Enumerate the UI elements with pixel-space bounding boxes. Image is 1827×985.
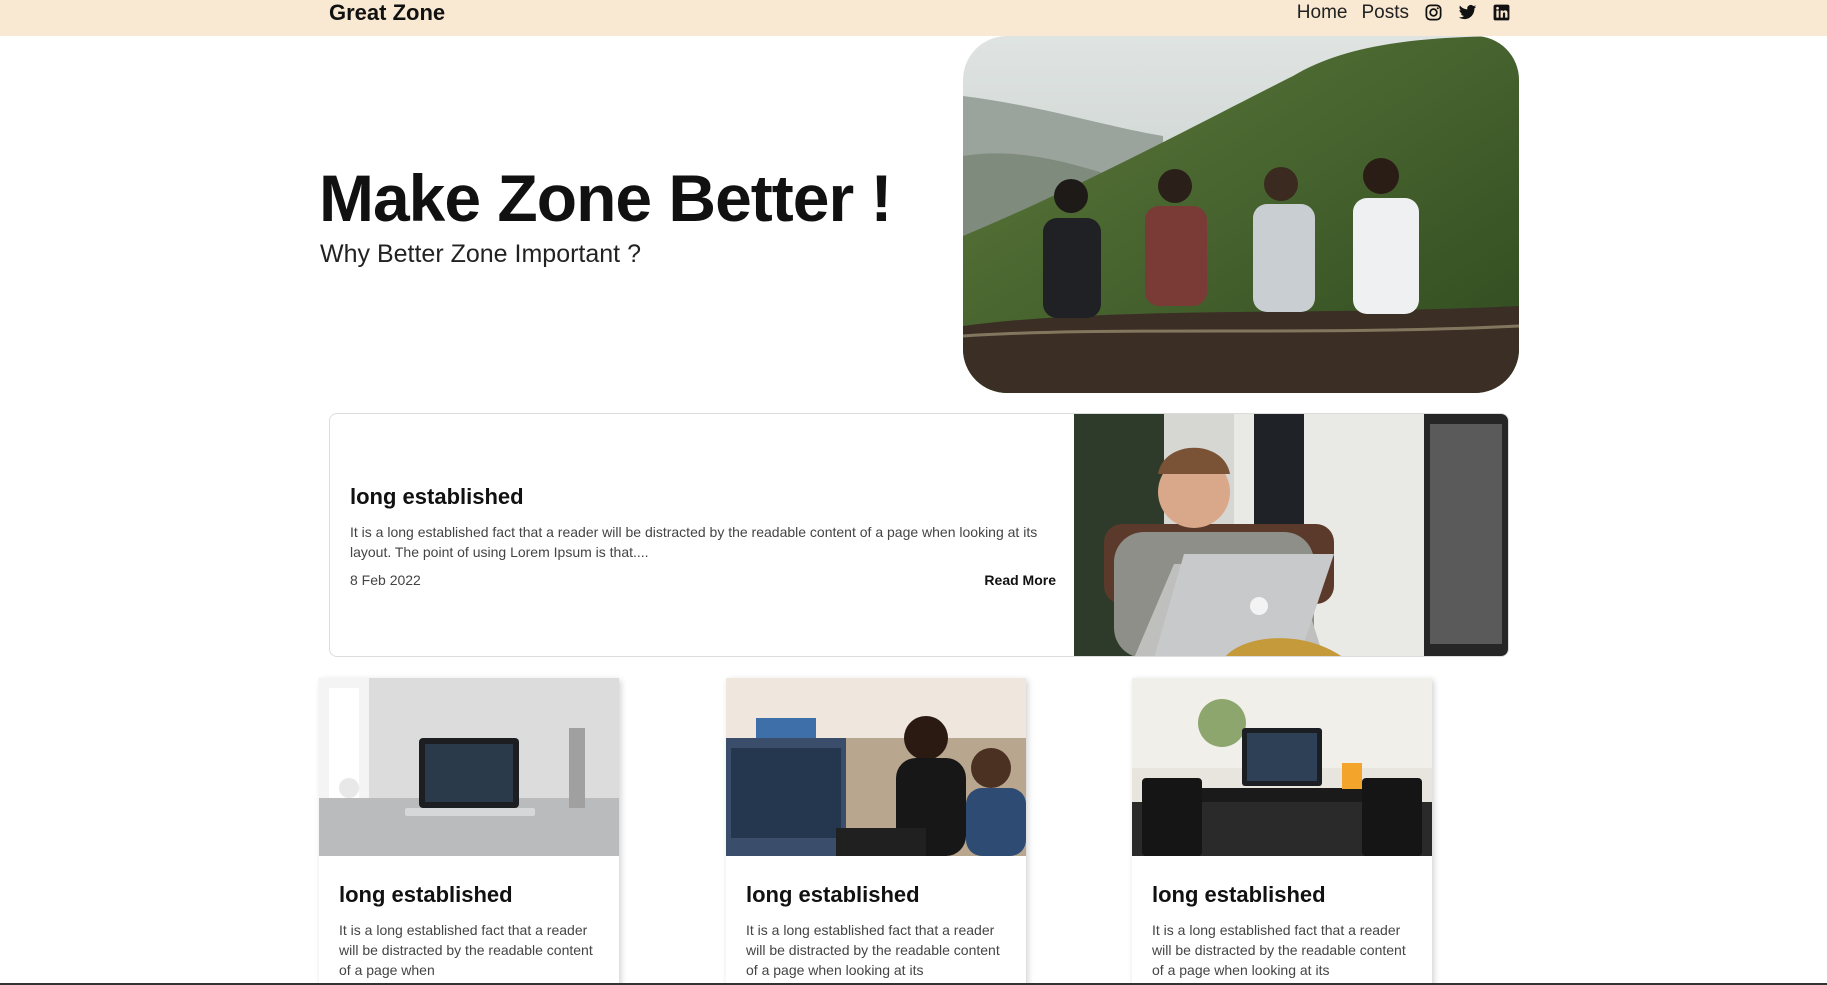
linkedin-icon[interactable]: [1491, 3, 1511, 23]
post-card-excerpt: It is a long established fact that a rea…: [1152, 922, 1406, 978]
post-card-image-cafe-laptop: [1132, 678, 1432, 856]
post-card-image-people-coding: [726, 678, 1026, 856]
featured-post-title[interactable]: long established: [350, 484, 1056, 510]
featured-post-image-man-with-laptop: [1074, 414, 1508, 656]
post-card-1[interactable]: long established It is a long establishe…: [319, 678, 619, 985]
featured-post-meta: 8 Feb 2022 Read More: [350, 572, 1056, 588]
nav-link-posts[interactable]: Posts: [1361, 0, 1409, 25]
post-card-body: long established It is a long establishe…: [319, 856, 619, 980]
nav-links: Home Posts: [1297, 0, 1511, 25]
post-card-body: long established It is a long establishe…: [726, 856, 1026, 980]
post-card-3[interactable]: long established It is a long establishe…: [1132, 678, 1432, 985]
hero-title: Make Zone Better !: [319, 161, 892, 235]
post-card-excerpt: It is a long established fact that a rea…: [339, 922, 593, 978]
post-card-2[interactable]: long established It is a long establishe…: [726, 678, 1026, 985]
featured-post-text: long established It is a long establishe…: [350, 484, 1056, 588]
featured-post-excerpt: It is a long established fact that a rea…: [350, 524, 1038, 560]
post-card-excerpt: It is a long established fact that a rea…: [746, 922, 1000, 978]
post-card-title[interactable]: long established: [1152, 882, 1412, 908]
post-card-image-laptop-desk: [319, 678, 619, 856]
post-card-title[interactable]: long established: [746, 882, 1006, 908]
instagram-icon[interactable]: [1423, 3, 1443, 23]
featured-post-date: 8 Feb 2022: [350, 572, 421, 588]
featured-post-card[interactable]: long established It is a long establishe…: [329, 413, 1509, 657]
brand-logo-text[interactable]: Great Zone: [329, 0, 445, 25]
read-more-link[interactable]: Read More: [984, 572, 1056, 588]
navbar: Great Zone Home Posts: [0, 0, 1827, 36]
post-card-title[interactable]: long established: [339, 882, 599, 908]
post-card-body: long established It is a long establishe…: [1132, 856, 1432, 980]
nav-link-home[interactable]: Home: [1297, 0, 1348, 25]
twitter-icon[interactable]: [1457, 3, 1477, 23]
hero-subtitle: Why Better Zone Important ?: [320, 240, 641, 268]
hero-image-friends-on-hill: [963, 36, 1519, 393]
